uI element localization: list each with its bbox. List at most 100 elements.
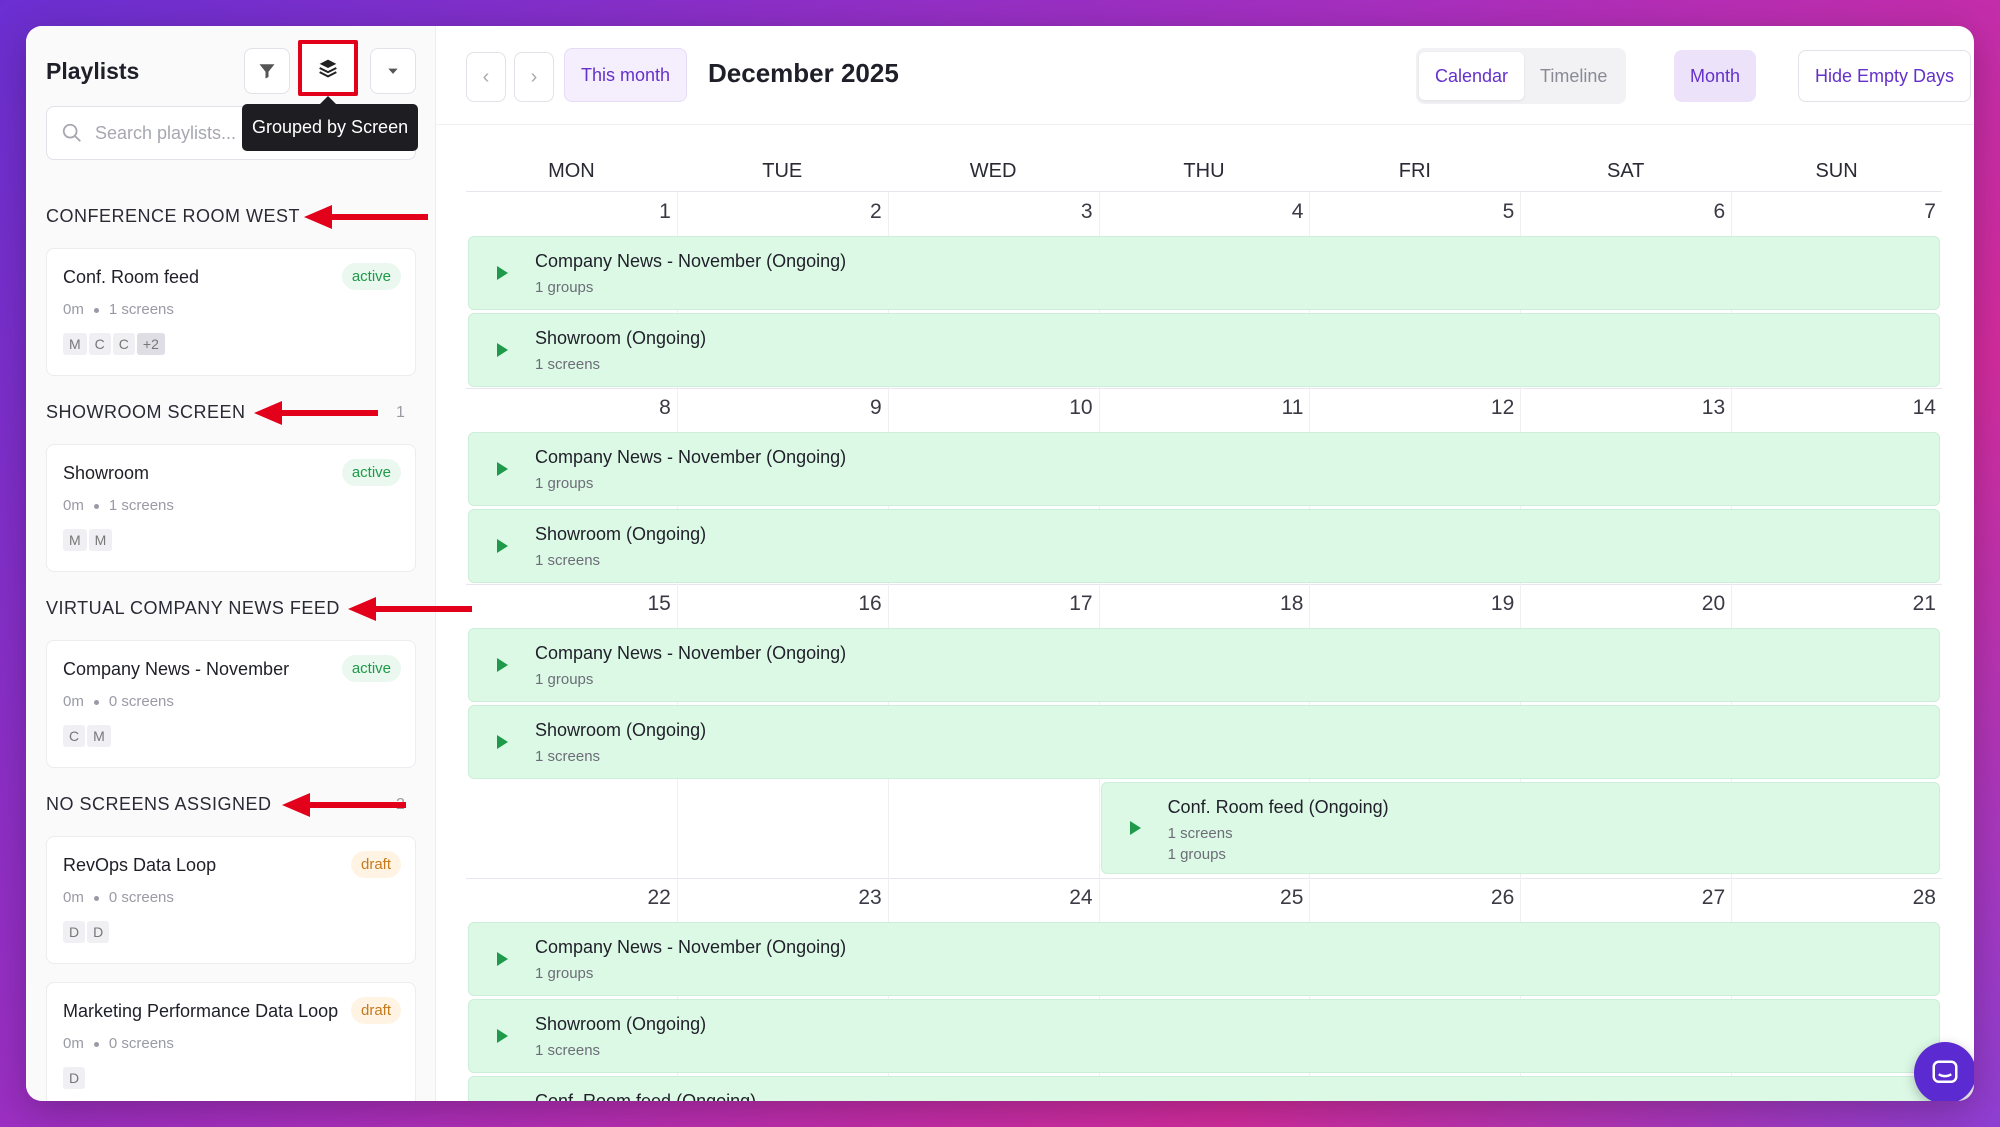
calendar-main: ‹ › This month December 2025 Calendar Ti… [436,26,1974,1101]
play-icon [497,462,508,476]
weekday-label: SUN [1815,160,1858,182]
day-number[interactable]: 23 [677,886,881,910]
calendar-week: 8 9 10 11 12 13 14 Company News - November (Ong… [466,388,1942,584]
play-icon [497,266,508,280]
day-number[interactable]: 7 [1731,200,1936,224]
tag-list: C M [63,725,111,747]
next-month-button[interactable]: › [514,52,554,102]
tag: D [63,1067,86,1089]
event-subtitle: 1 groups [535,671,594,688]
calendar-event[interactable]: Company News - November (Ongoing) 1 group… [468,432,1940,506]
group-by-screen-button[interactable] [298,40,358,96]
playlist-name: RevOps Data Loop [63,855,217,875]
day-number[interactable]: 21 [1731,592,1936,616]
playlist-card[interactable]: Company News - November active 0m 0 scree… [46,640,416,768]
group-header-no-screens-assigned[interactable]: NO SCREENS ASSIGNED [46,794,272,815]
playlist-meta: 0m 1 screens [63,497,174,514]
calendar-event[interactable]: Company News - November (Ongoing) 1 group… [468,236,1940,310]
tab-calendar[interactable]: Calendar [1419,52,1525,100]
search-input[interactable] [95,122,235,144]
playlist-card[interactable]: RevOps Data Loop draft 0m 0 screens D D [46,836,416,964]
event-title: Company News - November (Ongoing) [535,251,847,271]
week-divider [466,388,1942,389]
red-arrow-annotation [304,205,428,229]
page-title: December 2025 [708,58,899,88]
calendar-week: 15 16 17 18 19 20 21 Company News - November (O… [466,584,1942,878]
group-header-virtual-company-news-feed[interactable]: VIRTUAL COMPANY NEWS FEED [46,598,340,619]
calendar-event[interactable]: Conf. Room feed (Ongoing) 1 screens 1 grou… [1100,782,1940,874]
playlist-meta: 0m 0 screens [63,1035,174,1052]
day-number[interactable]: 19 [1309,592,1514,616]
day-number[interactable]: 15 [466,592,670,616]
calendar-event[interactable]: Company News - November (Ongoing) 1 group… [468,922,1940,996]
day-number[interactable]: 6 [1520,200,1725,224]
chat-launcher-button[interactable] [1914,1042,1974,1101]
play-icon [497,952,508,966]
day-number[interactable]: 5 [1309,200,1515,224]
layers-icon [319,59,337,78]
status-badge: draft [350,851,401,878]
divider [436,124,1974,125]
playlist-meta: 0m 1 screens [63,301,174,318]
calendar-event[interactable]: Showroom (Ongoing) 1 screens [468,509,1940,583]
group-header-showroom-screen[interactable]: SHOWROOM SCREEN [46,402,246,423]
day-number[interactable]: 4 [1099,200,1304,224]
day-number[interactable]: 13 [1520,396,1725,420]
event-title: Company News - November (Ongoing) [535,447,847,467]
day-number[interactable]: 22 [466,886,670,910]
app-window: Playlists Grouped by Screen CONFERENCE R… [26,26,1974,1101]
this-month-button[interactable]: This month [564,48,688,102]
calendar-event[interactable]: Conf. Room feed (Ongoing) [468,1076,1940,1101]
tag: M [63,333,87,355]
playlist-card[interactable]: Marketing Performance Data Loop draft 0m… [46,982,416,1101]
calendar-event[interactable]: Showroom (Ongoing) 1 screens [468,999,1940,1073]
playlist-name: Showroom [63,463,150,483]
day-number[interactable]: 14 [1731,396,1936,420]
month-view-button[interactable]: Month [1674,50,1757,102]
month-calendar: MON TUE WED THU FRI SAT SUN 1 2 3 4 5 6 7 Company New… [466,154,1942,1101]
day-number[interactable]: 24 [888,886,1092,910]
filter-button[interactable] [244,48,290,94]
prev-month-button[interactable]: ‹ [466,52,506,102]
tag: D [87,921,110,943]
day-number[interactable]: 3 [888,200,1093,224]
weekday-label: MON [548,160,595,182]
day-number[interactable]: 26 [1309,886,1514,910]
play-icon [1129,821,1141,835]
day-number[interactable]: 10 [888,396,1092,420]
sort-dropdown-button[interactable] [370,48,416,94]
tag-list: D [63,1067,86,1089]
day-number[interactable]: 2 [677,200,882,224]
playlist-card[interactable]: Showroom active 0m 1 screens M M [46,444,416,572]
hide-empty-days-button[interactable]: Hide Empty Days [1798,50,1972,102]
view-toggle: Calendar Timeline [1416,48,1627,104]
play-icon [497,1029,508,1043]
event-subtitle: 1 groups [535,475,594,492]
day-number[interactable]: 25 [1099,886,1303,910]
calendar-event[interactable]: Showroom (Ongoing) 1 screens [468,705,1940,779]
group-header-conference-room-west[interactable]: CONFERENCE ROOM WEST [46,206,300,227]
day-number[interactable]: 11 [1099,396,1304,420]
weekday-header: MON TUE WED THU FRI SAT SUN [466,154,1942,192]
day-number[interactable]: 20 [1520,592,1725,616]
playlist-name: Conf. Room feed [63,267,200,287]
playlist-card[interactable]: Conf. Room feed active 0m 1 screens M C C… [46,248,416,376]
day-number[interactable]: 1 [466,200,671,224]
calendar-event[interactable]: Company News - November (Ongoing) 1 group… [468,628,1940,702]
weekday-label: FRI [1398,160,1431,182]
day-number[interactable]: 12 [1309,396,1514,420]
playlist-meta: 0m 0 screens [63,889,174,906]
day-number[interactable]: 17 [888,592,1092,616]
day-number[interactable]: 16 [677,592,881,616]
day-number[interactable]: 18 [1099,592,1303,616]
day-number[interactable]: 27 [1520,886,1725,910]
tag: C [112,333,135,355]
event-title: Showroom (Ongoing) [535,524,707,544]
tag: M [63,529,87,551]
day-number[interactable]: 9 [677,396,882,420]
calendar-event[interactable]: Showroom (Ongoing) 1 screens [468,313,1940,387]
weekday-label: TUE [762,160,803,182]
day-number[interactable]: 8 [466,396,671,420]
day-number[interactable]: 28 [1731,886,1936,910]
tab-timeline[interactable]: Timeline [1524,52,1623,100]
